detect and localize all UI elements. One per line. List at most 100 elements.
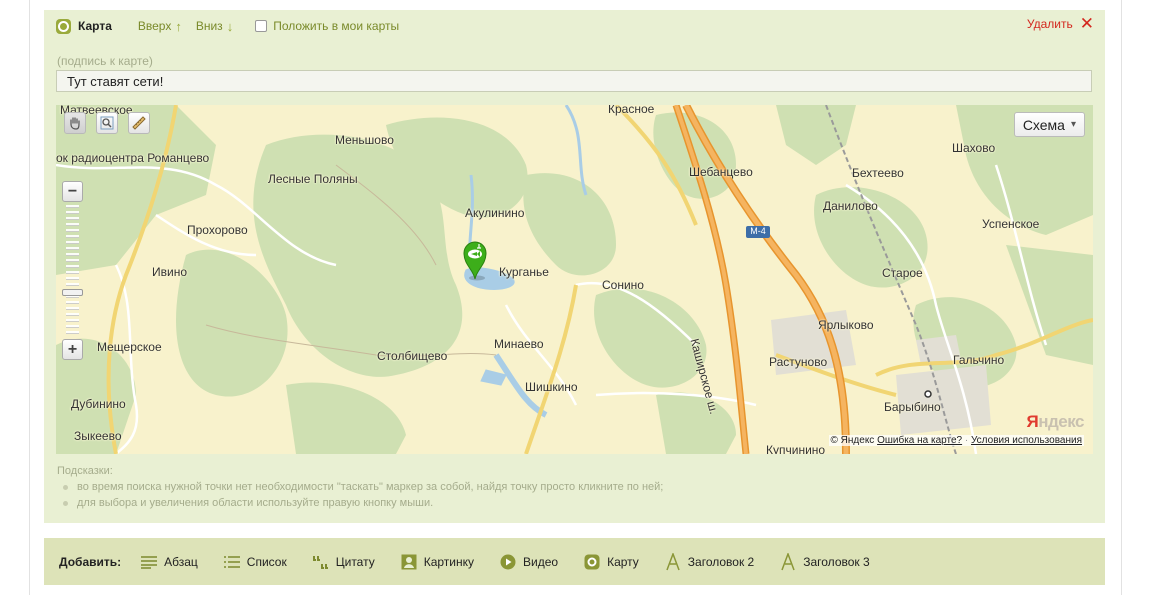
map-copyright-bar: © Яндекс Ошибка на карте? · Условия испо… [828, 435, 1084, 446]
add-video-button[interactable]: Видео [500, 554, 558, 570]
terms-link[interactable]: Условия использования [971, 435, 1082, 446]
add-quote-button[interactable]: Цитату [312, 554, 375, 570]
map-view[interactable]: M-4 Каширское ш. Матвеевское ок радиоцен… [56, 105, 1093, 454]
map-place-label: Гальчино [953, 353, 1005, 367]
map-place-label: ок радиоцентра Романцево [56, 151, 210, 165]
map-block-icon [56, 18, 71, 34]
add-paragraph-button[interactable]: Абзац [141, 554, 198, 570]
quote-icon [312, 554, 329, 570]
hints-title: Подсказки: [57, 465, 113, 477]
paragraph-icon [141, 554, 158, 570]
bullet-icon [63, 484, 68, 490]
caret-down-icon: ▾ [1070, 119, 1076, 130]
heading-icon [665, 552, 681, 570]
map-place-label: Шахово [952, 141, 996, 155]
arrow-down-icon: ↓ [226, 18, 234, 34]
magnifier-icon [100, 116, 114, 130]
map-place-label: Сонино [602, 278, 644, 292]
map-type-dropdown[interactable]: Схема ▾ [1013, 112, 1085, 137]
minus-icon: − [67, 182, 78, 200]
hint-item: для выбора и увеличения области использу… [57, 495, 663, 511]
map-place-label: Старое [882, 266, 923, 280]
zoom-control: − + [62, 181, 84, 361]
delete-link[interactable]: Удалить ✕ [1026, 14, 1094, 33]
map-place-label: Столбищево [377, 349, 448, 363]
hint-item: во время поиска нужной точки нет необход… [57, 479, 663, 495]
heading-icon [780, 552, 796, 570]
map-place-label: Барыбино [884, 400, 941, 414]
caption-input[interactable]: Тут ставят сети! [56, 70, 1092, 92]
copyright-separator: · [964, 435, 969, 446]
map-place-label: Купчинино [766, 443, 826, 454]
add-heading3-label: Заголовок 3 [803, 554, 870, 569]
map-place-label: Зыкеево [74, 429, 122, 443]
delete-label: Удалить [1026, 17, 1073, 31]
arrow-up-icon: ↑ [175, 18, 182, 34]
map-place-label: Шебанцево [689, 165, 753, 179]
highway-m4-badge: M-4 [750, 226, 766, 236]
zoom-in-button[interactable]: + [62, 339, 83, 360]
move-down-label: Вниз [195, 19, 223, 33]
map-place-label: Меньшово [335, 133, 394, 147]
ruler-tool-button[interactable] [128, 112, 150, 134]
map-marker-pin[interactable] [462, 239, 488, 281]
my-maps-checkbox[interactable] [255, 20, 268, 32]
my-maps-label: Положить в мои карты [273, 19, 400, 33]
map-place-label: Шишкино [525, 380, 578, 394]
picture-icon [401, 554, 417, 570]
map-icon [584, 554, 600, 570]
zoom-slider-thumb[interactable] [62, 289, 83, 296]
map-place-label: Растуново [769, 355, 828, 369]
add-quote-label: Цитату [335, 554, 375, 569]
list-icon [223, 554, 240, 570]
map-place-label: Лесные Поляны [268, 172, 358, 186]
hint-text: во время поиска нужной точки нет необход… [77, 481, 664, 493]
magnifier-tool-button[interactable] [96, 112, 118, 134]
add-heading2-label: Заголовок 2 [687, 554, 755, 569]
add-label: Добавить: [59, 554, 122, 569]
zoom-out-button[interactable]: − [62, 181, 83, 202]
map-place-label: Красное [608, 105, 655, 116]
hand-icon [70, 117, 80, 130]
add-list-button[interactable]: Список [223, 554, 287, 570]
zoom-slider-track[interactable] [66, 205, 79, 335]
map-place-label: Успенское [982, 217, 1040, 231]
map-place-label: Прохорово [187, 223, 248, 237]
map-place-label: Дубинино [71, 397, 126, 411]
hand-tool-button[interactable] [64, 112, 86, 134]
copyright-text: © Яндекс [830, 435, 875, 446]
add-block-toolbar: Добавить: Абзац Список Цитату Картинку В… [44, 538, 1105, 585]
add-list-label: Список [246, 554, 287, 569]
delete-icon: ✕ [1079, 14, 1094, 33]
map-place-label: Мещерское [97, 340, 162, 354]
my-maps-option[interactable]: Положить в мои карты [255, 19, 399, 33]
add-heading2-button[interactable]: Заголовок 2 [665, 552, 755, 570]
add-map-label: Карту [607, 554, 639, 569]
map-place-label: Курганье [499, 265, 549, 279]
plus-icon: + [67, 340, 78, 358]
map-place-label: Бехтеево [852, 166, 904, 180]
page-left-border [29, 0, 30, 595]
add-image-button[interactable]: Картинку [401, 554, 474, 570]
map-place-label: Ярлыково [818, 318, 874, 332]
add-heading3-button[interactable]: Заголовок 3 [780, 552, 870, 570]
map-block: Карта Вверх ↑ Вниз ↓ Положить в мои карт… [44, 10, 1105, 523]
add-map-button[interactable]: Карту [584, 554, 639, 570]
add-paragraph-label: Абзац [164, 554, 198, 569]
caption-label: (подпись к карте) [57, 54, 153, 68]
hint-text: для выбора и увеличения области использу… [77, 497, 434, 509]
map-place-label: Акулинино [465, 206, 525, 220]
map-place-label: Минаево [494, 337, 544, 351]
map-block-title: Карта [78, 19, 112, 33]
map-error-link[interactable]: Ошибка на карте? [877, 435, 962, 446]
video-icon [500, 554, 516, 570]
hints: Подсказки: во время поиска нужной точки … [57, 463, 663, 511]
yandex-logo: Яндекс [1026, 412, 1085, 431]
map-type-label: Схема [1022, 116, 1065, 133]
move-up-link[interactable]: Вверх ↑ [138, 19, 182, 34]
ruler-icon [132, 116, 146, 130]
add-video-label: Видео [523, 554, 559, 569]
move-down-link[interactable]: Вниз ↓ [196, 19, 233, 34]
move-up-label: Вверх [137, 19, 172, 33]
map-place-label: Ивино [152, 265, 188, 279]
